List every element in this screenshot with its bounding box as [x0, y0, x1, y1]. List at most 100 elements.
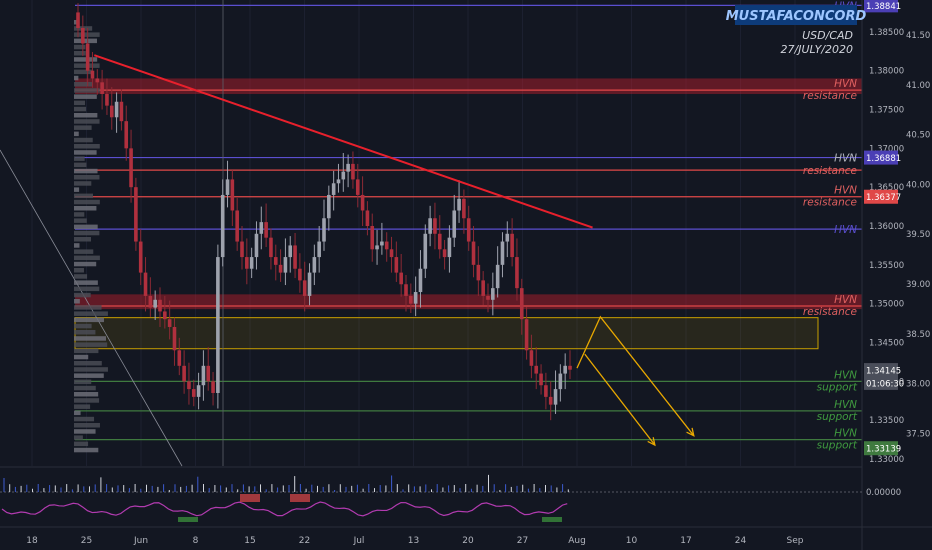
volume-profile-bar — [74, 348, 99, 354]
volume-profile-bar — [74, 94, 97, 99]
candle-body — [346, 163, 350, 172]
volume-profile-bar — [74, 168, 98, 174]
candle-body — [515, 257, 519, 289]
candle-body — [355, 179, 360, 195]
volume-profile-bar — [74, 367, 108, 372]
y-tick-label: 1.35500 — [869, 261, 904, 271]
candle-body — [283, 257, 288, 273]
volume-profile-bar — [74, 280, 98, 285]
price-chart[interactable]: HVNHVNresistanceHVNresistanceHVNresistan… — [0, 0, 932, 550]
candle-body — [505, 233, 510, 242]
candle-body — [196, 385, 201, 397]
volume-profile-bar — [74, 162, 87, 168]
candle-body — [389, 249, 394, 258]
bear-marker — [290, 494, 310, 502]
candle-body — [476, 264, 481, 281]
candle-body — [486, 295, 490, 300]
candle-body — [519, 288, 524, 320]
candle-body — [278, 264, 283, 273]
candle-body — [158, 299, 162, 312]
volume-profile-bar — [74, 274, 88, 279]
volume-profile-bar — [74, 150, 97, 155]
x-tick-label: 27 — [517, 536, 528, 546]
x-tick-label: 13 — [408, 536, 419, 546]
candle-body — [100, 82, 104, 94]
y-tick-label: 1.35000 — [869, 300, 904, 310]
date-label: 27/JULY/2020 — [781, 43, 854, 56]
level-label: support — [817, 381, 858, 393]
candle-body — [539, 373, 543, 386]
volume-profile-bar — [74, 330, 96, 335]
candle-body — [269, 237, 273, 258]
candle-body — [553, 389, 558, 405]
candle-body — [90, 70, 95, 79]
candle-body — [148, 295, 153, 308]
y2-tick-label: 38.50 — [906, 330, 930, 340]
volume-profile-bar — [74, 361, 102, 366]
candle-body — [418, 268, 423, 293]
price-zone — [75, 294, 862, 310]
x-tick-label: 8 — [193, 536, 199, 546]
candle-body — [240, 241, 244, 258]
candle-body — [365, 210, 370, 227]
indicator-value: 0.00000 — [866, 488, 901, 498]
level-label: resistance — [803, 306, 857, 318]
candle-body — [544, 385, 548, 397]
level-label: support — [817, 411, 858, 423]
volume-profile-bar — [74, 106, 87, 112]
volume-profile-bar — [74, 75, 79, 81]
candle-body — [327, 194, 331, 219]
volume-profile-bar — [74, 119, 100, 124]
volume-profile-bar — [74, 224, 98, 230]
candle-body — [452, 210, 457, 238]
volume-profile-bar — [74, 342, 108, 347]
price-badge-label: 1.34145 — [866, 367, 901, 377]
candle-body — [134, 187, 138, 242]
volume-profile-bar — [74, 57, 98, 62]
candle-body — [211, 381, 215, 393]
x-tick-label: 22 — [299, 536, 310, 546]
candle-body — [153, 299, 157, 308]
level-label: resistance — [803, 90, 857, 102]
volume-profile-bar — [74, 323, 92, 329]
candle-body — [447, 237, 452, 258]
candle-body — [462, 198, 466, 219]
x-tick-label: 15 — [244, 536, 255, 546]
level-label: resistance — [803, 197, 857, 209]
y-tick-label: 1.38000 — [869, 67, 904, 77]
x-tick-label: 25 — [81, 536, 92, 546]
volume-profile-bar — [74, 137, 93, 143]
candle-body — [302, 280, 307, 296]
y-tick-label: 1.37500 — [869, 106, 904, 116]
volume-profile-bar — [74, 51, 86, 56]
candle-body — [124, 121, 129, 149]
volume-profile-bar — [74, 212, 85, 217]
volume-profile-bar — [74, 410, 81, 416]
volume-profile-bar — [74, 305, 102, 310]
candle-body — [254, 233, 259, 258]
candle-body — [413, 292, 418, 304]
volume-profile-bar — [74, 243, 80, 248]
x-tick-label: 24 — [735, 536, 747, 546]
volume-profile-bar — [74, 156, 85, 161]
volume-profile-bar — [74, 82, 93, 87]
candle-body — [249, 257, 254, 269]
candle-body — [81, 27, 85, 44]
y-tick-label: 1.34500 — [869, 339, 904, 349]
price-badge-label: 1.36881 — [866, 154, 901, 164]
volume-profile-bar — [74, 237, 92, 242]
volume-profile-bar — [74, 398, 100, 403]
bear-marker — [240, 494, 260, 502]
volume-profile-bar — [74, 175, 100, 180]
level-label: support — [817, 440, 858, 452]
candle-body — [409, 295, 413, 304]
level-label: HVN — [834, 78, 857, 90]
price-zone — [75, 78, 862, 94]
candle-body — [404, 284, 408, 296]
candle-body — [437, 233, 442, 250]
level-label: HVN — [834, 369, 857, 381]
candle-body — [225, 179, 230, 195]
author-label: MUSTAFACONCORD — [726, 9, 867, 24]
candle-body — [548, 396, 553, 405]
volume-profile-bar — [74, 317, 104, 323]
